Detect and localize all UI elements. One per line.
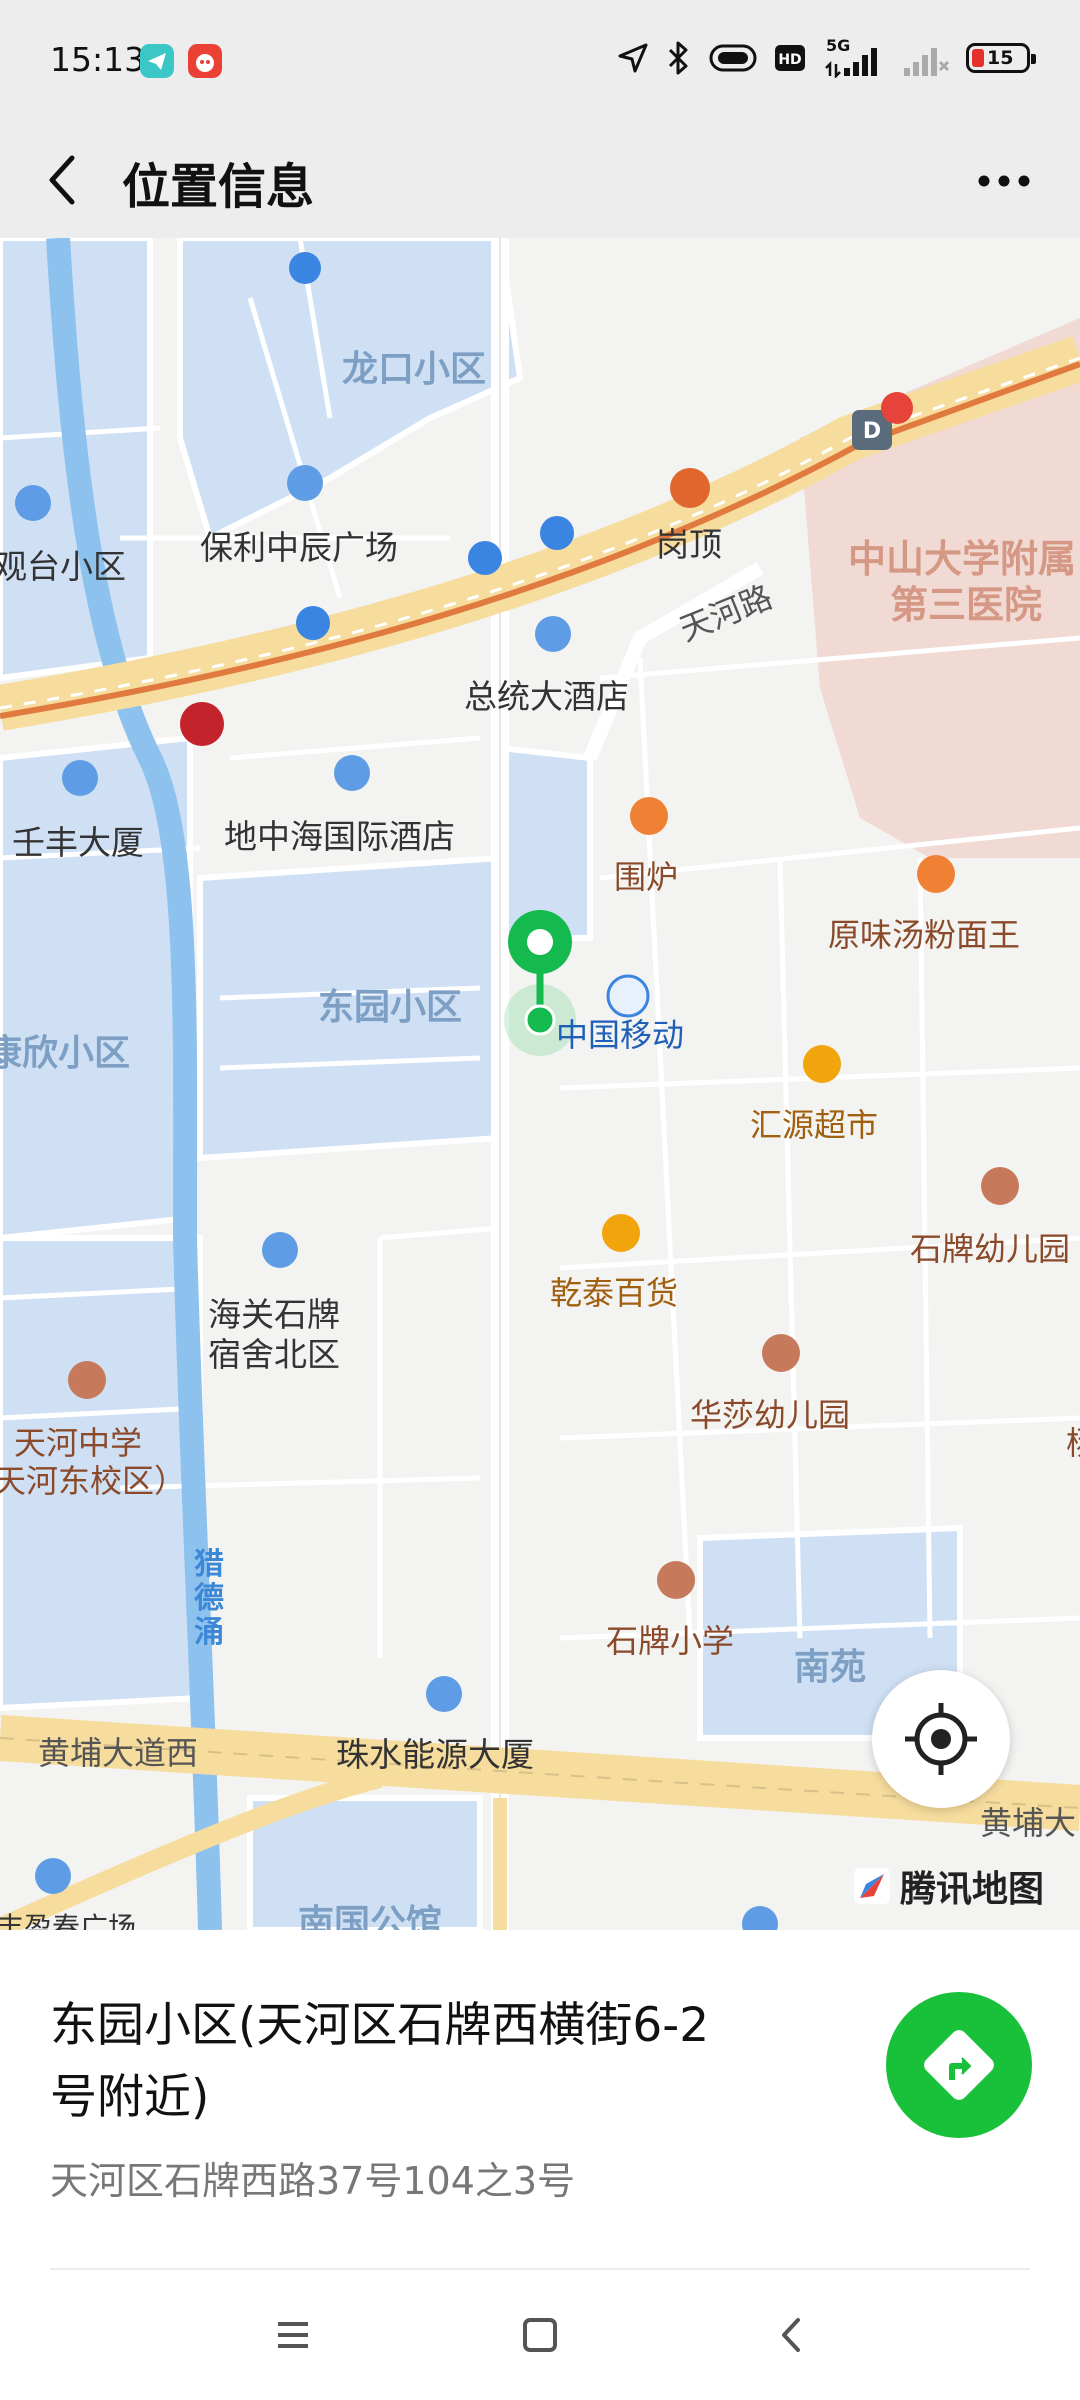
map-label-haiguan-line2: 宿舍北区 [208,1335,340,1374]
map-label-yang: 杨 [1066,1418,1080,1464]
map-label-shipai-primary: 石牌小学 [606,1622,735,1660]
map-label-dongyuan: 东园小区 [318,987,463,1028]
map-label-hospital-line2: 第三医院 [890,583,1043,627]
map-provider-name: 腾讯地图 [900,1869,1045,1910]
map-label-huangpu-west: 黄埔大道西 [38,1734,199,1772]
map-label-huasha: 华莎幼儿园 [690,1396,851,1434]
map-label-xin: 康欣小区 [0,1033,131,1074]
svg-text:D: D [863,419,881,444]
map-label-dizhonghai: 地中海国际酒店 [224,817,455,856]
status-time: 15:13 [50,40,146,79]
map-label-huiyuan: 汇源超市 [750,1106,879,1144]
navigate-arrow-icon [924,2030,994,2100]
map-label-zongtong: 总统大酒店 [464,677,629,716]
system-navigation-bar [0,2270,1080,2400]
title-bar: 位置信息 [0,124,1080,238]
status-icons: HD 5G 15 [616,36,1036,78]
place-info-sheet: 东园小区(天河区石牌西横街6-2号附近) 天河区石牌西路37号104之3号 [0,1930,1080,2400]
menu-icon[interactable] [258,2300,328,2370]
tencent-map-icon [854,1868,890,1904]
map-label-weilu: 围炉 [614,858,679,896]
page-title: 位置信息 [122,159,315,215]
map-label-liedechong: 猎 德 涌 [194,1547,224,1650]
map-label-cmcc: 中国移动 [556,1016,685,1054]
map-label-yuanwei: 原味汤粉面王 [828,916,1021,954]
telegram-icon [140,44,174,78]
hd-icon: HD [775,45,805,71]
map-label-zhushui: 珠水能源大厦 [336,1735,534,1774]
vibrate-icon [709,44,757,72]
battery-icon: 15 [966,43,1036,73]
map-label-nanyuan: 南苑 [794,1647,867,1688]
back-icon[interactable] [756,2300,826,2370]
location-arrow-icon [618,43,648,73]
red-app-icon [188,44,222,78]
signal-icon: 5G [822,36,884,78]
map-label-qiantai: 乾泰百货 [550,1274,679,1312]
map-label-baoli: 保利中辰广场 [200,528,398,567]
place-name: 东园小区(天河区石牌西横街6-2号附近) [50,1998,710,2125]
locate-me-button[interactable] [872,1670,1010,1808]
signal-weak-icon [904,48,950,76]
navigate-button[interactable] [886,1992,1032,2138]
place-address: 天河区石牌西路37号104之3号 [50,2159,576,2203]
map-label-guantai: 观台小区 [0,547,126,586]
map-label-shipai-kindergarten: 石牌幼儿园 [910,1230,1071,1268]
svg-text:HD: HD [778,52,801,68]
map-label-renfeng: 壬丰大厦 [12,823,144,862]
map-label-yingchun: 丰盈春广场 [0,1911,137,1930]
crosshair-icon [905,1703,977,1775]
bluetooth-icon [668,41,688,75]
map-label-gangding: 岗顶 [656,525,722,564]
battery-level: 15 [987,47,1014,69]
chevron-left-icon[interactable] [34,138,114,222]
home-icon[interactable] [505,2300,575,2370]
status-bar: 15:13 HD 5G 15 [0,0,1080,124]
map-provider-logo: 腾讯地图 [852,1860,1044,1912]
map-label-longkou: 龙口小区 [342,349,487,390]
map-view[interactable]: D 龙口小区 保利中辰广场 观台小区 岗顶 中山大学附属 第三医院 天河路 总统… [0,238,1080,1930]
map-label-nanguo: 南国公馆 [298,1903,443,1930]
map-label-tianhe-middle-line2: 天河东校区） [0,1462,187,1500]
more-dots-icon[interactable] [964,154,1044,208]
